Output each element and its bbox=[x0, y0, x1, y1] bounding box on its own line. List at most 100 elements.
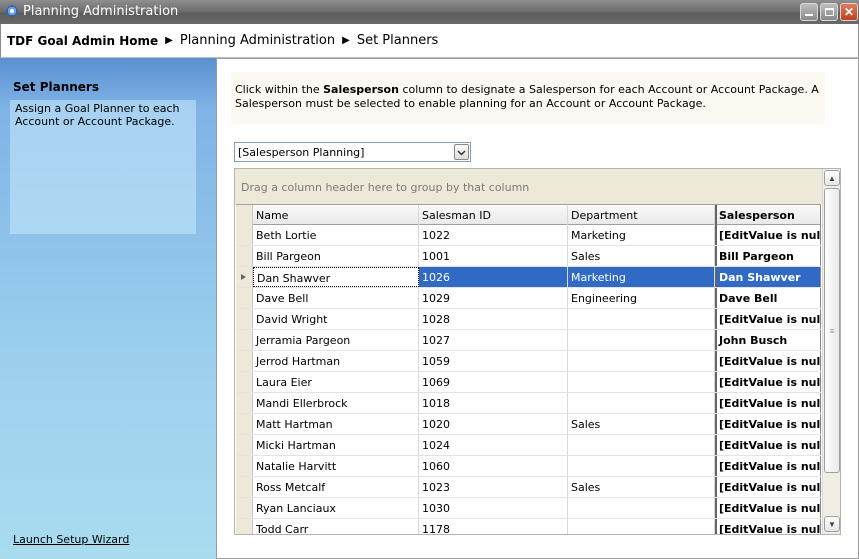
cell-department[interactable] bbox=[568, 309, 715, 329]
cell-name[interactable]: Ryan Lanciaux bbox=[253, 498, 419, 518]
table-row[interactable]: Beth Lortie 1022 Marketing [EditValue is nu… bbox=[236, 225, 821, 246]
cell-name[interactable]: Beth Lortie bbox=[253, 225, 419, 245]
vertical-scrollbar[interactable]: ▲ ≡ ▼ bbox=[822, 169, 840, 534]
scroll-thumb[interactable]: ≡ bbox=[824, 188, 840, 473]
table-row[interactable]: Dan Shawver 1026 Marketing Dan Shawver bbox=[236, 267, 821, 288]
cell-salesman-id[interactable]: 1029 bbox=[419, 288, 568, 308]
column-header-salesman-id[interactable]: Salesman ID bbox=[419, 205, 568, 225]
cell-department[interactable] bbox=[568, 435, 715, 455]
cell-department[interactable] bbox=[568, 498, 715, 518]
cell-salesperson[interactable]: Dan Shawver bbox=[715, 267, 821, 287]
cell-salesman-id[interactable]: 1024 bbox=[419, 435, 568, 455]
row-indicator bbox=[236, 246, 253, 266]
table-row[interactable]: Jerrod Hartman 1059 [EditValue is null] bbox=[236, 351, 821, 372]
cell-department[interactable] bbox=[568, 351, 715, 371]
cell-salesman-id[interactable]: 1178 bbox=[419, 519, 568, 534]
cell-salesman-id[interactable]: 1023 bbox=[419, 477, 568, 497]
cell-name[interactable]: Ross Metcalf bbox=[253, 477, 419, 497]
row-indicator bbox=[236, 309, 253, 329]
dropdown-button[interactable] bbox=[454, 144, 469, 160]
cell-name[interactable]: Jerrod Hartman bbox=[253, 351, 419, 371]
cell-name[interactable]: Matt Hartman bbox=[253, 414, 419, 434]
cell-department[interactable] bbox=[568, 393, 715, 413]
minimize-button[interactable] bbox=[800, 3, 818, 21]
cell-name[interactable]: Micki Hartman bbox=[253, 435, 419, 455]
cell-salesman-id[interactable]: 1059 bbox=[419, 351, 568, 371]
cell-salesman-id[interactable]: 1026 bbox=[419, 267, 568, 287]
table-row[interactable]: Mandi Ellerbrock 1018 [EditValue is null] bbox=[236, 393, 821, 414]
close-button[interactable]: ✕ bbox=[840, 3, 858, 21]
cell-salesman-id[interactable]: 1001 bbox=[419, 246, 568, 266]
cell-name[interactable]: Dan Shawver bbox=[253, 267, 419, 287]
table-row[interactable]: David Wright 1028 [EditValue is null] bbox=[236, 309, 821, 330]
cell-salesman-id[interactable]: 1030 bbox=[419, 498, 568, 518]
table-row[interactable]: Ryan Lanciaux 1030 [EditValue is null] bbox=[236, 498, 821, 519]
cell-department[interactable] bbox=[568, 456, 715, 476]
table-row[interactable]: Todd Carr 1178 [EditValue is null] bbox=[236, 519, 821, 534]
cell-department[interactable]: Engineering bbox=[568, 288, 715, 308]
cell-salesman-id[interactable]: 1022 bbox=[419, 225, 568, 245]
cell-salesperson[interactable]: Dave Bell bbox=[715, 288, 821, 308]
maximize-button[interactable] bbox=[820, 3, 838, 21]
column-header-salesperson[interactable]: Salesperson bbox=[715, 205, 821, 225]
table-row[interactable]: Ross Metcalf 1023 Sales [EditValue is null] bbox=[236, 477, 821, 498]
column-header-name[interactable]: Name bbox=[253, 205, 419, 225]
breadcrumb-item-planning-administration[interactable]: Planning Administration bbox=[180, 33, 335, 48]
cell-name[interactable]: David Wright bbox=[253, 309, 419, 329]
cell-salesman-id[interactable]: 1020 bbox=[419, 414, 568, 434]
cell-salesperson[interactable]: [EditValue is null] bbox=[715, 393, 821, 413]
title-bar[interactable]: Planning Administration ✕ bbox=[0, 0, 859, 24]
cell-salesperson[interactable]: [EditValue is null] bbox=[715, 498, 821, 518]
cell-salesperson[interactable]: [EditValue is null] bbox=[715, 414, 821, 434]
cell-department[interactable]: Marketing bbox=[568, 267, 715, 287]
cell-salesperson[interactable]: [EditValue is null] bbox=[715, 351, 821, 371]
cell-salesman-id[interactable]: 1060 bbox=[419, 456, 568, 476]
cell-salesperson[interactable]: [EditValue is null] bbox=[715, 225, 821, 245]
cell-salesperson[interactable]: [EditValue is null] bbox=[715, 435, 821, 455]
cell-department[interactable] bbox=[568, 372, 715, 392]
cell-salesperson[interactable]: Bill Pargeon bbox=[715, 246, 821, 266]
cell-department[interactable] bbox=[568, 519, 715, 534]
table-row[interactable]: Dave Bell 1029 Engineering Dave Bell bbox=[236, 288, 821, 309]
launch-setup-wizard-link[interactable]: Launch Setup Wizard bbox=[13, 533, 129, 546]
cell-name[interactable]: Bill Pargeon bbox=[253, 246, 419, 266]
cell-name[interactable]: Laura Eier bbox=[253, 372, 419, 392]
cell-name[interactable]: Mandi Ellerbrock bbox=[253, 393, 419, 413]
table-row[interactable]: Laura Eier 1069 [EditValue is null] bbox=[236, 372, 821, 393]
breadcrumb-home[interactable]: TDF Goal Admin Home bbox=[7, 34, 158, 48]
table-row[interactable]: Jerramia Pargeon 1027 John Busch bbox=[236, 330, 821, 351]
cell-salesperson[interactable]: [EditValue is null] bbox=[715, 477, 821, 497]
cell-salesman-id[interactable]: 1018 bbox=[419, 393, 568, 413]
column-header-department[interactable]: Department bbox=[568, 205, 715, 225]
cell-department[interactable] bbox=[568, 330, 715, 350]
scroll-down-button[interactable]: ▼ bbox=[824, 516, 840, 532]
cell-name[interactable]: Dave Bell bbox=[253, 288, 419, 308]
group-by-area[interactable]: Drag a column header here to group by th… bbox=[235, 169, 822, 204]
cell-department[interactable]: Sales bbox=[568, 414, 715, 434]
row-indicator bbox=[236, 372, 253, 392]
cell-salesperson[interactable]: [EditValue is null] bbox=[715, 456, 821, 476]
table-row[interactable]: Matt Hartman 1020 Sales [EditValue is null] bbox=[236, 414, 821, 435]
breadcrumb-item-set-planners: Set Planners bbox=[356, 33, 439, 48]
cell-name[interactable]: Todd Carr bbox=[253, 519, 419, 534]
cell-name[interactable]: Jerramia Pargeon bbox=[253, 330, 419, 350]
cell-department[interactable]: Sales bbox=[568, 246, 715, 266]
cell-salesman-id[interactable]: 1027 bbox=[419, 330, 568, 350]
table-row[interactable]: Bill Pargeon 1001 Sales Bill Pargeon bbox=[236, 246, 821, 267]
cell-name[interactable]: Natalie Harvitt bbox=[253, 456, 419, 476]
cell-department[interactable]: Sales bbox=[568, 477, 715, 497]
instructions-pre: Click within the bbox=[235, 83, 324, 96]
cell-salesman-id[interactable]: 1069 bbox=[419, 372, 568, 392]
planning-mode-dropdown[interactable]: [Salesperson Planning] bbox=[234, 142, 471, 162]
cell-department[interactable]: Marketing bbox=[568, 225, 715, 245]
row-indicator bbox=[236, 330, 253, 350]
cell-salesperson[interactable]: John Busch bbox=[715, 330, 821, 350]
cell-salesperson[interactable]: [EditValue is null] bbox=[715, 519, 821, 534]
scroll-up-button[interactable]: ▲ bbox=[824, 170, 840, 186]
cell-salesperson[interactable]: [EditValue is null] bbox=[715, 309, 821, 329]
table-row[interactable]: Natalie Harvitt 1060 [EditValue is null] bbox=[236, 456, 821, 477]
cell-salesperson[interactable]: [EditValue is null] bbox=[715, 372, 821, 392]
cell-salesman-id[interactable]: 1028 bbox=[419, 309, 568, 329]
salesperson-grid[interactable]: Drag a column header here to group by th… bbox=[234, 168, 841, 535]
table-row[interactable]: Micki Hartman 1024 [EditValue is null] bbox=[236, 435, 821, 456]
